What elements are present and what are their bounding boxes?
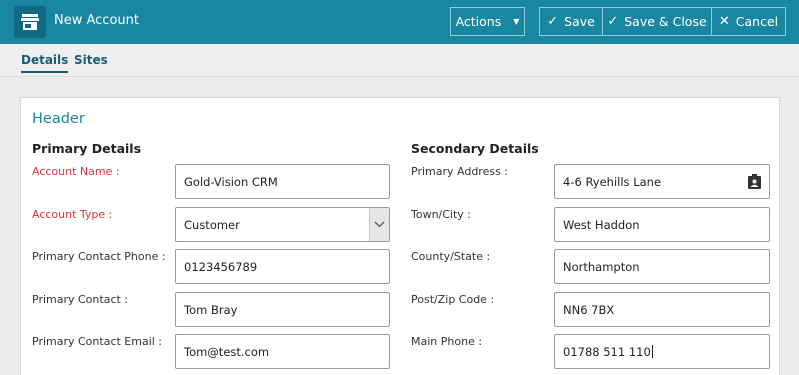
primary-address-value: 4-6 Ryehills Lane	[563, 174, 662, 189]
chevron-down-icon[interactable]	[369, 208, 389, 241]
section-title: Header	[32, 111, 85, 127]
town-city-label: Town/City :	[411, 208, 472, 221]
account-type-label: Account Type :	[32, 208, 113, 221]
header-panel: Header Primary Details Secondary Details…	[20, 97, 780, 375]
county-state-label: County/State :	[411, 250, 491, 263]
top-bar: New Account Actions ▼ ✓ Save ✓ Save & Cl…	[0, 0, 799, 44]
primary-contact-field[interactable]: Tom Bray	[175, 292, 390, 327]
postcode-label: Post/Zip Code :	[411, 293, 495, 306]
account-name-field[interactable]: Gold-Vision CRM	[175, 164, 390, 199]
primary-address-field[interactable]: 4-6 Ryehills Lane	[554, 164, 770, 199]
save-and-close-button[interactable]: ✓ Save & Close	[602, 7, 712, 36]
save-label: Save	[564, 14, 595, 29]
town-city-value: West Haddon	[563, 217, 640, 232]
account-name-value: Gold-Vision CRM	[184, 174, 278, 189]
account-type-value: Customer	[184, 217, 240, 232]
close-icon: ✕	[718, 14, 730, 29]
store-icon	[14, 6, 46, 38]
contact-email-label: Primary Contact Email :	[32, 335, 163, 348]
cancel-label: Cancel	[735, 14, 779, 29]
secondary-details-heading: Secondary Details	[411, 141, 539, 156]
account-type-select[interactable]: Customer	[175, 207, 390, 242]
text-cursor	[651, 345, 653, 358]
main-phone-value: 01788 511 110	[563, 344, 651, 359]
save-button[interactable]: ✓ Save	[539, 7, 603, 36]
county-state-field[interactable]: Northampton	[554, 249, 770, 284]
checkmark-icon: ✓	[607, 14, 619, 29]
tab-sites[interactable]: Sites	[74, 53, 108, 67]
postcode-value: NN6 7BX	[563, 302, 615, 317]
checkmark-icon: ✓	[547, 14, 559, 29]
account-name-label: Account Name :	[32, 165, 120, 178]
primary-contact-value: Tom Bray	[184, 302, 238, 317]
contact-phone-label: Primary Contact Phone :	[32, 250, 166, 263]
primary-contact-label: Primary Contact :	[32, 293, 129, 306]
actions-button[interactable]: Actions ▼	[450, 7, 525, 36]
contact-phone-value: 0123456789	[184, 259, 258, 274]
main-phone-label: Main Phone :	[411, 335, 483, 348]
page-title: New Account	[54, 13, 139, 28]
main-phone-field[interactable]: 01788 511 110	[554, 334, 770, 369]
postcode-field[interactable]: NN6 7BX	[554, 292, 770, 327]
county-state-value: Northampton	[563, 259, 640, 274]
contact-email-field[interactable]: Tom@test.com	[175, 334, 390, 369]
actions-label: Actions	[455, 14, 502, 29]
contact-email-value: Tom@test.com	[184, 344, 270, 359]
caret-down-icon: ▼	[513, 17, 520, 26]
address-book-icon[interactable]	[747, 174, 762, 193]
tab-bar: Details Sites	[0, 44, 799, 77]
save-close-label: Save & Close	[624, 14, 707, 29]
town-city-field[interactable]: West Haddon	[554, 207, 770, 242]
primary-address-label: Primary Address :	[411, 165, 509, 178]
tab-details[interactable]: Details	[21, 53, 69, 73]
contact-phone-field[interactable]: 0123456789	[175, 249, 390, 284]
primary-details-heading: Primary Details	[32, 141, 142, 156]
cancel-button[interactable]: ✕ Cancel	[711, 7, 786, 36]
